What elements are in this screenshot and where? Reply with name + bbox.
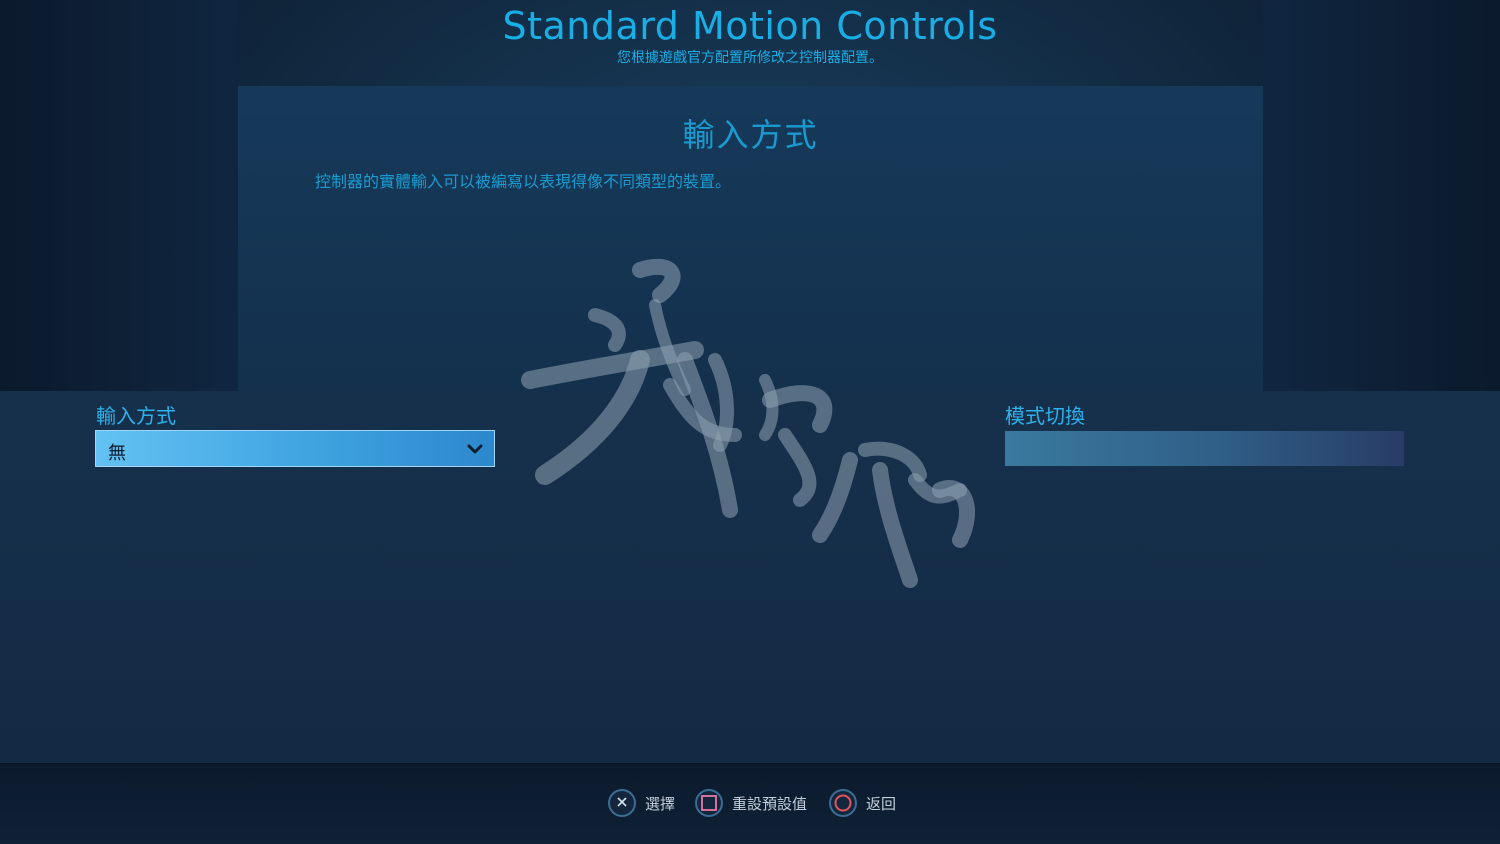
input-method-dropdown[interactable]: 無: [95, 430, 495, 467]
square-button-icon: [695, 789, 723, 817]
footer-bar: 選擇 重設預設值 返回: [0, 763, 1500, 844]
mode-switch-label: 模式切換: [1005, 404, 1085, 428]
chevron-down-icon: [466, 441, 484, 457]
back-button[interactable]: 返回: [829, 786, 896, 820]
info-description: 控制器的實體輸入可以被編寫以表現得像不同類型的裝置。: [315, 172, 732, 191]
select-button[interactable]: 選擇: [608, 786, 675, 820]
page-title: Standard Motion Controls: [502, 4, 998, 48]
settings-area: 輸入方式 無 模式切換: [0, 391, 1500, 763]
reset-defaults-label: 重設預設值: [732, 794, 808, 813]
mode-switch-bar[interactable]: [1005, 431, 1404, 466]
input-method-value: 無: [108, 443, 126, 464]
reset-defaults-button[interactable]: 重設預設值: [695, 786, 807, 820]
info-heading: 輸入方式: [682, 116, 819, 154]
motion-controls-screen: Standard Motion Controls 您根據遊戲官方配置所修改之控制…: [0, 0, 1500, 844]
back-label: 返回: [866, 794, 897, 813]
input-method-label: 輸入方式: [96, 404, 176, 428]
page-subtitle: 您根據遊戲官方配置所修改之控制器配置。: [617, 50, 883, 66]
cross-button-icon: [608, 789, 636, 817]
circle-button-icon: [829, 789, 857, 817]
header: Standard Motion Controls 您根據遊戲官方配置所修改之控制…: [0, 0, 1500, 80]
select-label: 選擇: [645, 794, 676, 813]
info-panel: 輸入方式 控制器的實體輸入可以被編寫以表現得像不同類型的裝置。: [238, 86, 1263, 391]
